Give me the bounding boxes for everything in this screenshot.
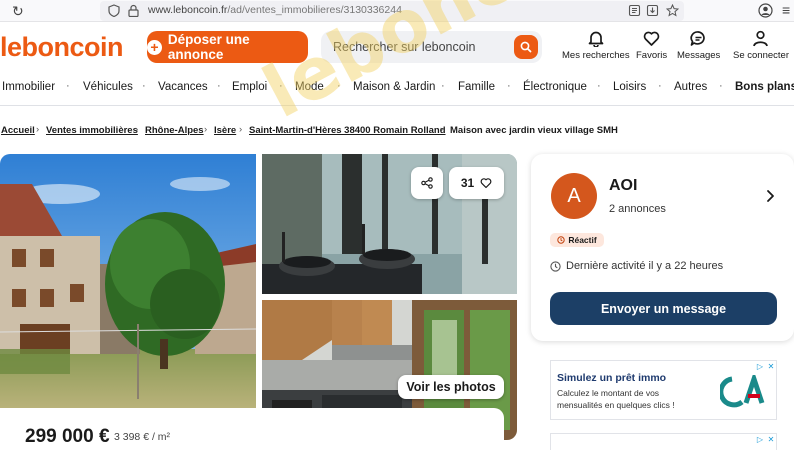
breadcrumb-separator: › [440, 124, 444, 135]
category-divider [0, 105, 794, 106]
price: 299 000 € [25, 426, 110, 447]
status-badge: Réactif [550, 233, 604, 247]
url-path: /ad/ventes_immobilieres/3130336244 [227, 4, 402, 16]
category-separator: · [142, 80, 146, 92]
reload-icon[interactable]: ↻ [12, 3, 28, 19]
ad-text: Calculez le montant de vos mensualités e… [557, 388, 675, 410]
chevron-right-icon[interactable] [764, 189, 776, 203]
reader-view-icon[interactable] [628, 4, 641, 17]
search-placeholder: Rechercher sur leboncoin [333, 40, 476, 54]
nav-my-searches-label: Mes recherches [562, 50, 630, 61]
seller-card: A AOI 2 annonces Réactif Dernière activi… [531, 154, 794, 341]
breadcrumb-accueil[interactable]: Accueil [1, 125, 35, 136]
category-famille[interactable]: Famille [458, 81, 495, 93]
favorites-count: 31 [460, 176, 475, 190]
category-separator: · [337, 80, 341, 92]
heart-icon [643, 31, 660, 46]
ad-banner-secondary[interactable]: ▷ ✕ [550, 433, 777, 450]
category-bar: Immobilier · Véhicules · Vacances · Empl… [0, 80, 794, 98]
breadcrumb-ville[interactable]: Saint-Martin-d'Hères 38400 Romain Rollan… [249, 125, 446, 136]
plus-icon: + [147, 39, 162, 55]
ad-title: Simulez un prêt immo [557, 372, 667, 384]
category-separator: · [279, 80, 283, 92]
breadcrumb-separator: › [135, 124, 139, 135]
seller-name[interactable]: AOI [609, 177, 637, 195]
breadcrumb-region[interactable]: Rhône-Alpes [145, 125, 204, 136]
breadcrumb-current: Maison avec jardin vieux village SMH [450, 125, 618, 136]
favorite-button[interactable]: 31 [449, 167, 504, 199]
ad-close-icon[interactable]: ✕ [766, 362, 776, 372]
category-autres[interactable]: Autres [674, 81, 707, 93]
ad-close-icon[interactable]: ✕ [766, 435, 776, 445]
last-activity-text: Dernière activité il y a 22 heures [566, 260, 724, 272]
breadcrumb-departement[interactable]: Isère [214, 125, 236, 136]
nav-favorites-label: Favoris [636, 50, 668, 61]
share-icon [421, 177, 433, 189]
shield-icon[interactable] [108, 4, 120, 17]
post-ad-button[interactable]: + Déposer une annonce [147, 31, 308, 63]
category-emploi[interactable]: Emploi [232, 81, 267, 93]
category-immobilier[interactable]: Immobilier [2, 81, 55, 93]
breadcrumb-ventes[interactable]: Ventes immobilières [46, 125, 138, 136]
breadcrumb-separator: › [239, 124, 243, 135]
nav-login[interactable]: Se connecter [733, 30, 789, 61]
category-separator: · [719, 80, 723, 92]
category-separator: · [597, 80, 601, 92]
nav-my-searches[interactable]: Mes recherches [562, 30, 630, 61]
category-maison-jardin[interactable]: Maison & Jardin [353, 81, 435, 93]
breadcrumb-separator: › [204, 124, 208, 135]
category-vehicules[interactable]: Véhicules [83, 81, 133, 93]
menu-icon[interactable]: ≡ [782, 2, 790, 18]
search-input[interactable]: Rechercher sur leboncoin [321, 31, 542, 63]
ad-banner[interactable]: Simulez un prêt immo Calculez le montant… [550, 360, 777, 420]
price-card: 299 000 € 3 398 € / m² [12, 408, 504, 450]
reactive-icon [557, 236, 566, 244]
send-message-button[interactable]: Envoyer un message [550, 292, 777, 325]
category-separator: · [217, 80, 221, 92]
avatar[interactable]: A [551, 173, 597, 219]
share-button[interactable] [411, 167, 443, 199]
ad-choices-icon[interactable]: ▷ [755, 362, 765, 372]
user-icon [753, 30, 769, 47]
category-bons-plans[interactable]: Bons plans ! [735, 81, 794, 93]
category-separator: · [658, 80, 662, 92]
url-text[interactable]: www.leboncoin.fr/ad/ventes_immobilieres/… [148, 4, 402, 16]
heart-icon [480, 178, 492, 189]
nav-login-label: Se connecter [733, 50, 789, 61]
chat-bubble-icon [690, 31, 705, 46]
nav-messages-label: Messages [677, 50, 721, 61]
nav-messages[interactable]: Messages [677, 30, 720, 61]
post-ad-label: Déposer une annonce [167, 32, 250, 62]
download-page-icon[interactable] [646, 4, 659, 17]
main-photo[interactable] [0, 154, 256, 408]
bell-icon [588, 31, 604, 47]
browser-toolbar: ↻ www.leboncoin.fr/ad/ventes_immobiliere… [0, 0, 794, 22]
clock-icon [550, 260, 561, 272]
category-electronique[interactable]: Électronique [523, 81, 587, 93]
category-separator: · [441, 80, 445, 92]
category-mode[interactable]: Mode [295, 81, 324, 93]
category-loisirs[interactable]: Loisirs [613, 81, 646, 93]
logo[interactable]: leboncoin [0, 32, 124, 63]
breadcrumb-separator: › [36, 124, 40, 135]
price-per-m2: 3 398 € / m² [114, 431, 171, 443]
search-icon [520, 41, 532, 53]
search-button[interactable] [514, 35, 538, 59]
category-vacances[interactable]: Vacances [158, 81, 208, 93]
status-badge-label: Réactif [568, 235, 597, 245]
address-bar[interactable]: www.leboncoin.fr/ad/ventes_immobilieres/… [100, 1, 684, 21]
last-activity: Dernière activité il y a 22 heures [550, 260, 723, 272]
see-photos-button[interactable]: Voir les photos [398, 375, 504, 399]
category-separator: · [66, 80, 70, 92]
nav-favorites[interactable]: Favoris [636, 30, 667, 61]
category-separator: · [507, 80, 511, 92]
ad-choices-icon[interactable]: ▷ [755, 435, 765, 445]
lock-icon[interactable] [128, 4, 139, 17]
house-garden-image [0, 154, 256, 408]
url-host: www.leboncoin.fr [148, 4, 228, 16]
seller-ads-count: 2 annonces [609, 203, 666, 215]
bank-logo-icon [720, 375, 765, 408]
account-icon[interactable] [758, 3, 773, 18]
bookmark-star-icon[interactable] [666, 4, 679, 17]
